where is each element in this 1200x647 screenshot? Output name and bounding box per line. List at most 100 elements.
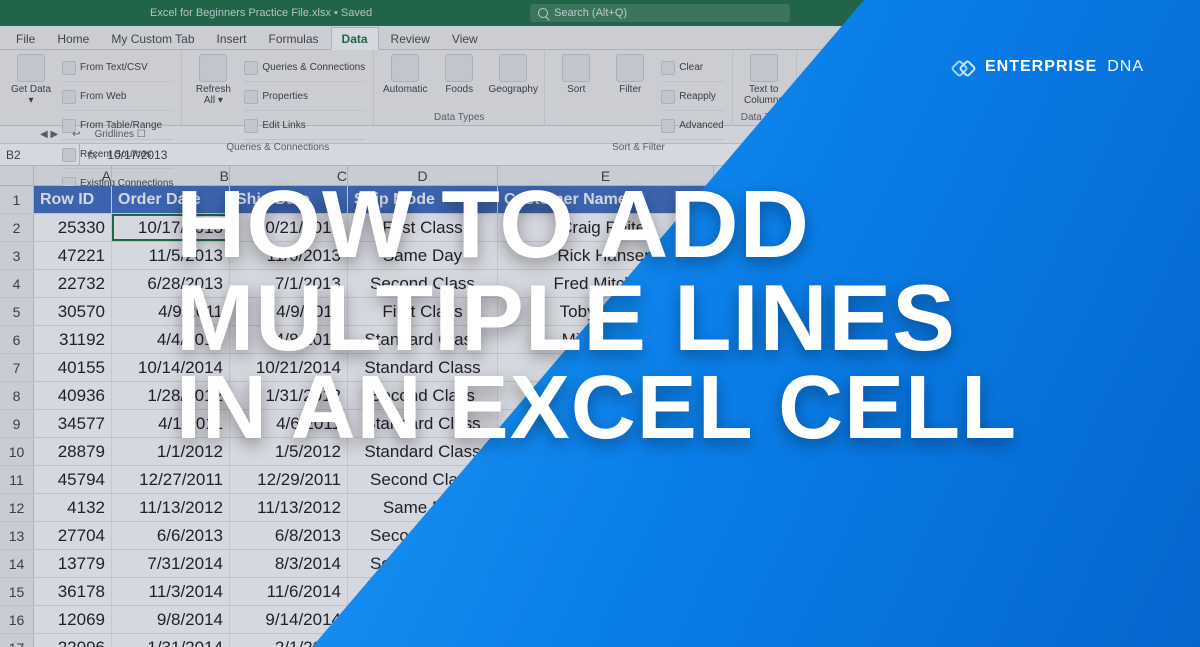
ribbon-group-get-transform-data: Get Data ▾From Text/CSVFrom WebFrom Tabl…: [0, 50, 182, 125]
tab-view[interactable]: View: [442, 28, 488, 49]
headline: HOW TO ADD MULTIPLE LINES IN AN EXCEL CE…: [176, 178, 1176, 452]
row-header[interactable]: 8: [0, 382, 34, 409]
ribbon-small-icon: [62, 90, 76, 104]
quick-item[interactable]: ↩: [72, 129, 80, 140]
row-header[interactable]: 15: [0, 578, 34, 605]
row-header[interactable]: 3: [0, 242, 34, 269]
row-header[interactable]: 5: [0, 298, 34, 325]
ribbon-icon: [445, 54, 473, 82]
ribbon-icon: [17, 54, 45, 82]
ribbon-group-label: Data Types: [382, 110, 536, 123]
cell[interactable]: 11/13/2012: [112, 494, 230, 521]
ribbon-button[interactable]: Text to Columns: [741, 54, 787, 106]
row-header[interactable]: 10: [0, 438, 34, 465]
search-placeholder: Search (Alt+Q): [554, 7, 627, 19]
row-header[interactable]: 1: [0, 186, 34, 213]
row-header[interactable]: 4: [0, 270, 34, 297]
ribbon-small-button[interactable]: From Web: [62, 83, 173, 111]
header-cell[interactable]: Row ID: [34, 186, 112, 213]
name-box[interactable]: B2: [0, 144, 80, 165]
ribbon-small-icon: [661, 90, 675, 104]
row-header[interactable]: 7: [0, 354, 34, 381]
ribbon-small-button[interactable]: Properties: [244, 83, 365, 111]
cell[interactable]: 22096: [34, 634, 112, 647]
ribbon-button[interactable]: Get Data ▾: [8, 54, 54, 106]
row-header[interactable]: 11: [0, 466, 34, 493]
cell[interactable]: 25330: [34, 214, 112, 241]
search-box[interactable]: Search (Alt+Q): [530, 4, 790, 22]
row-header[interactable]: 16: [0, 606, 34, 633]
ribbon-group-sort-filter: SortFilterClearReapplyAdvancedSort & Fil…: [545, 50, 732, 125]
cell[interactable]: 12/29/2011: [230, 466, 348, 493]
row-header[interactable]: 13: [0, 522, 34, 549]
ribbon-small-button[interactable]: Edit Links: [244, 112, 365, 140]
cell[interactable]: 7/31/2014: [112, 550, 230, 577]
ribbon-button[interactable]: Filter: [607, 54, 653, 95]
column-header-A[interactable]: A: [34, 166, 112, 185]
tab-file[interactable]: File: [6, 28, 45, 49]
cell[interactable]: 9/8/2014: [112, 606, 230, 633]
row-header[interactable]: 12: [0, 494, 34, 521]
row-header[interactable]: 6: [0, 326, 34, 353]
cell[interactable]: 12069: [34, 606, 112, 633]
cell[interactable]: 40936: [34, 382, 112, 409]
tab-review[interactable]: Review: [381, 28, 440, 49]
tab-my-custom-tab[interactable]: My Custom Tab: [101, 28, 204, 49]
cell[interactable]: 11/6/2014: [230, 578, 348, 605]
ribbon-icon: [750, 54, 778, 82]
row-header[interactable]: 17: [0, 634, 34, 647]
ribbon-icon: [499, 54, 527, 82]
cell[interactable]: 1/31/2014: [112, 634, 230, 647]
quick-item[interactable]: ◀ ▶: [40, 129, 58, 140]
cell[interactable]: 22732: [34, 270, 112, 297]
select-all-corner[interactable]: [0, 166, 34, 185]
ribbon-icon: [562, 54, 590, 82]
cell[interactable]: 27704: [34, 522, 112, 549]
cell[interactable]: 36178: [34, 578, 112, 605]
cell[interactable]: 4132: [34, 494, 112, 521]
ribbon-small-button[interactable]: From Text/CSV: [62, 54, 173, 82]
ribbon-small-icon: [244, 61, 258, 75]
ribbon-button[interactable]: Foods: [436, 54, 482, 95]
cell[interactable]: 8/3/2014: [230, 550, 348, 577]
document-name: Excel for Beginners Practice File.xlsx •…: [150, 7, 372, 19]
ribbon-group-label: Queries & Connections: [190, 140, 365, 153]
ribbon-icon: [391, 54, 419, 82]
cell[interactable]: 6/8/2013: [230, 522, 348, 549]
ribbon-button[interactable]: Refresh All ▾: [190, 54, 236, 106]
tab-formulas[interactable]: Formulas: [259, 28, 329, 49]
quick-item[interactable]: Gridlines ☐: [95, 129, 146, 140]
cell[interactable]: 28879: [34, 438, 112, 465]
cell[interactable]: 11/3/2014: [112, 578, 230, 605]
ribbon-small-button[interactable]: Advanced: [661, 112, 723, 140]
tab-insert[interactable]: Insert: [207, 28, 257, 49]
brand-light: DNA: [1107, 58, 1144, 76]
ribbon-group-label: Sort & Filter: [553, 140, 723, 153]
tab-data[interactable]: Data: [331, 27, 379, 50]
ribbon-small-button[interactable]: Reapply: [661, 83, 723, 111]
ribbon-small-icon: [62, 61, 76, 75]
cell[interactable]: 12/27/2011: [112, 466, 230, 493]
cell[interactable]: 34577: [34, 410, 112, 437]
cell[interactable]: 30570: [34, 298, 112, 325]
ribbon-button[interactable]: Geography: [490, 54, 536, 95]
ribbon-icon: [199, 54, 227, 82]
cell[interactable]: 6/6/2013: [112, 522, 230, 549]
cell[interactable]: 13779: [34, 550, 112, 577]
row-header[interactable]: 2: [0, 214, 34, 241]
ribbon-button[interactable]: Sort: [553, 54, 599, 95]
cell[interactable]: 40155: [34, 354, 112, 381]
row-header[interactable]: 9: [0, 410, 34, 437]
ribbon-small-button[interactable]: Queries & Connections: [244, 54, 365, 82]
brand-bold: ENTERPRISE: [985, 58, 1097, 76]
tab-home[interactable]: Home: [47, 28, 99, 49]
ribbon-small-button[interactable]: Clear: [661, 54, 723, 82]
row-header[interactable]: 14: [0, 550, 34, 577]
cell[interactable]: 47221: [34, 242, 112, 269]
fx-icon[interactable]: fx: [88, 148, 97, 162]
cell[interactable]: 45794: [34, 466, 112, 493]
ribbon-button[interactable]: Automatic: [382, 54, 428, 95]
cell[interactable]: 31192: [34, 326, 112, 353]
cell[interactable]: 11/13/2012: [230, 494, 348, 521]
formula-value[interactable]: 10/17/2013: [107, 148, 167, 162]
